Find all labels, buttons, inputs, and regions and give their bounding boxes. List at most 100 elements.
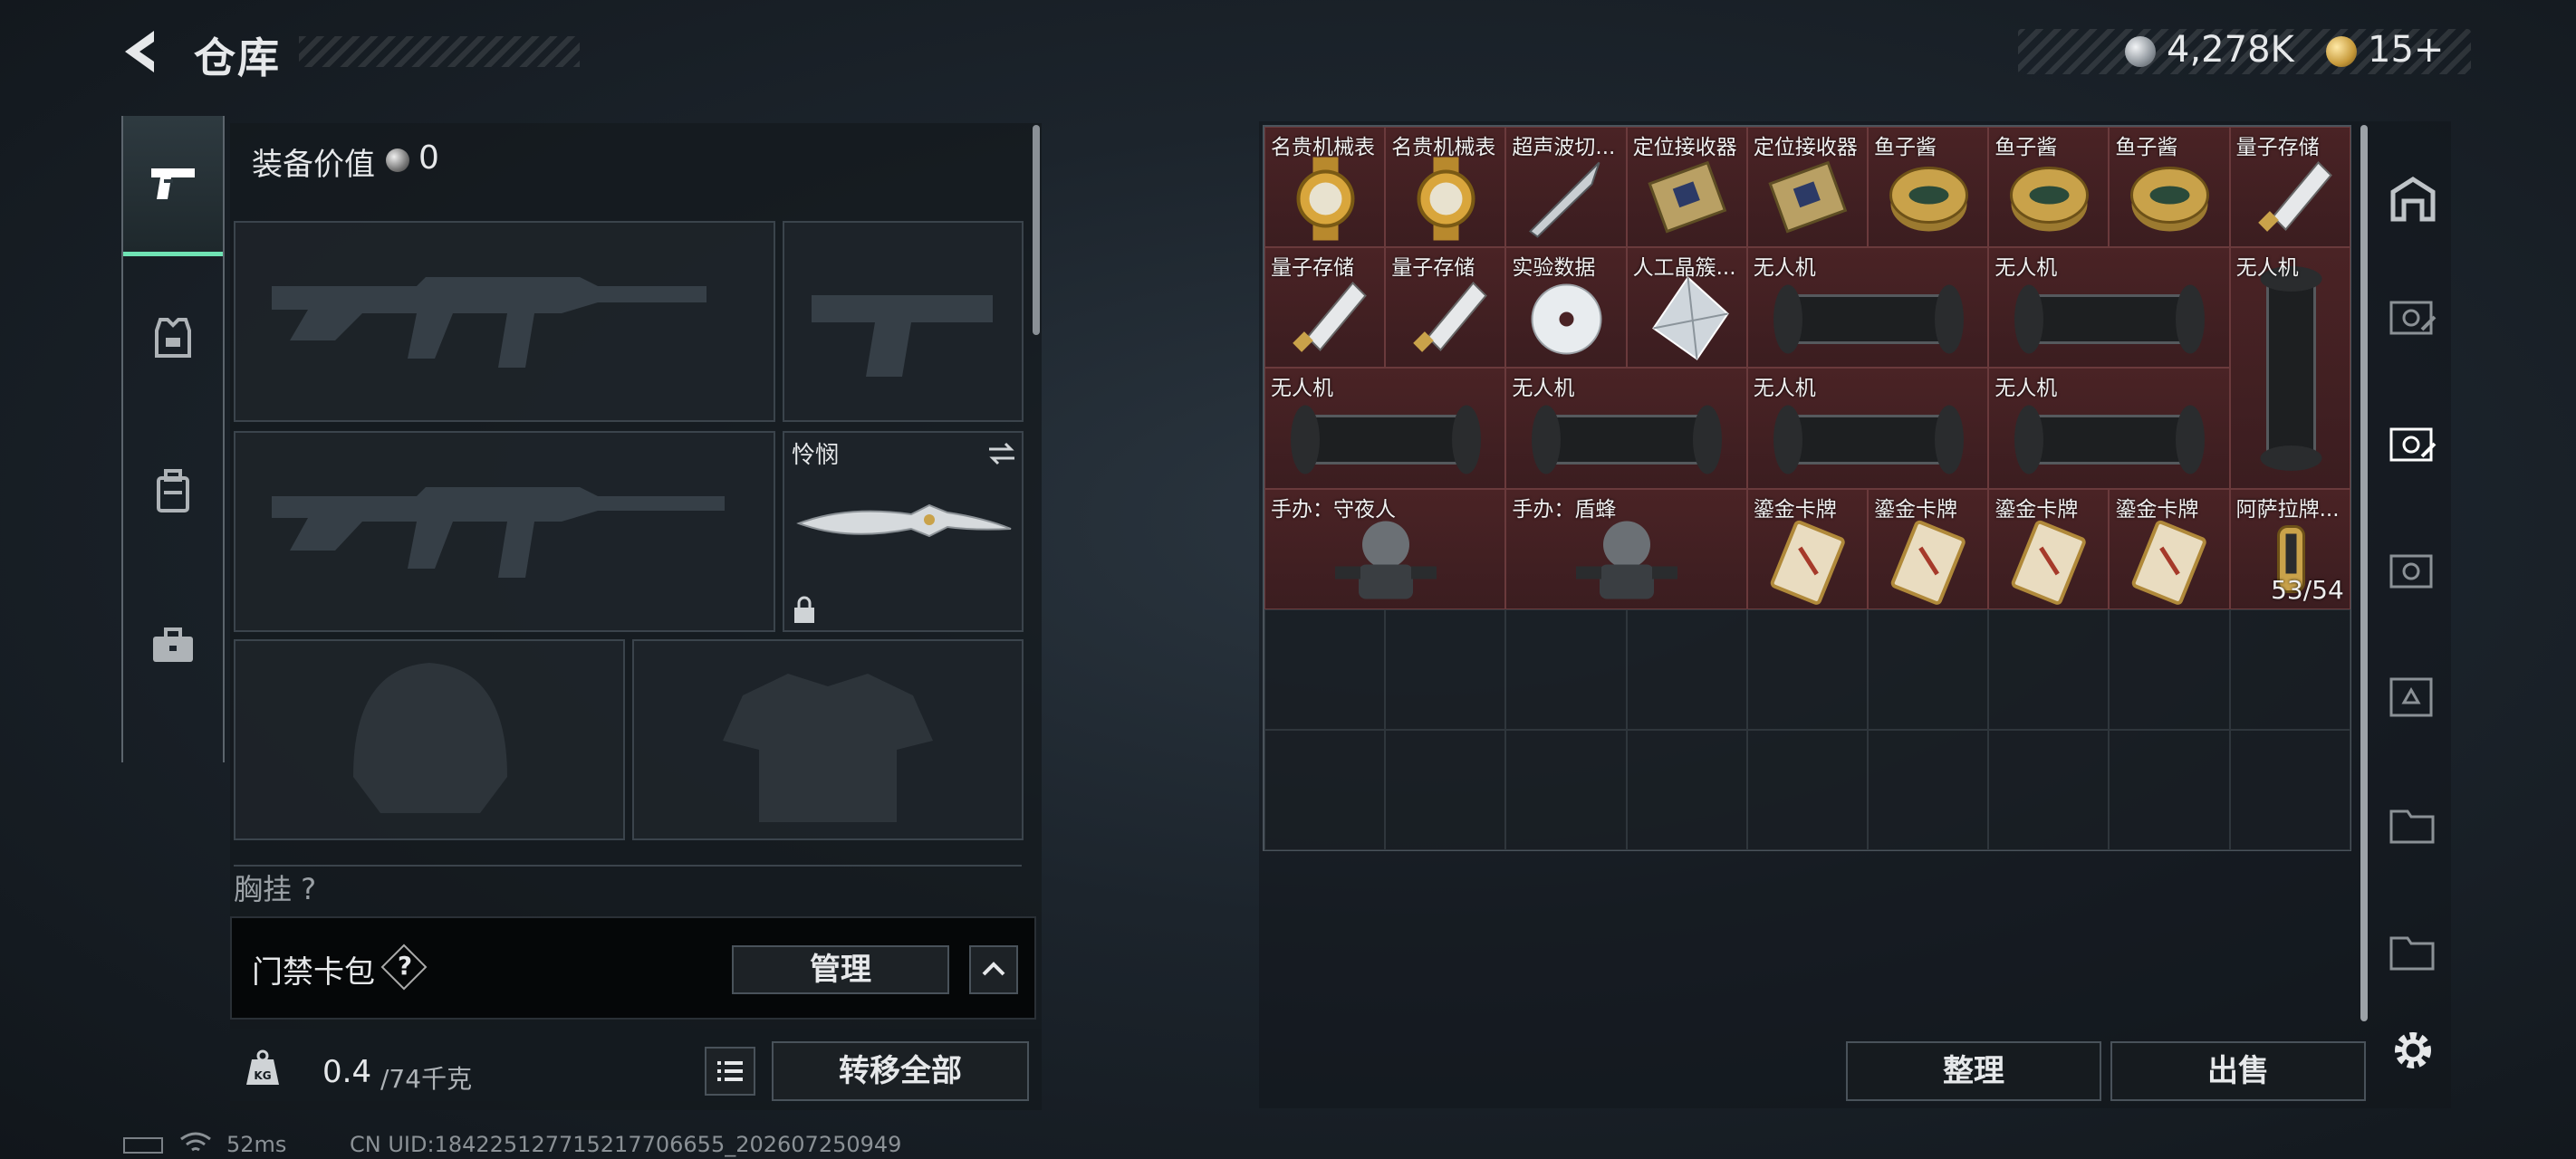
storage-item[interactable]: 鎏金卡牌 [2109,488,2230,609]
storage-item[interactable]: 无人机 [1746,247,1989,369]
sidearm-slot[interactable] [783,221,1024,422]
storage-item[interactable]: 实验数据 [1505,247,1627,369]
grid-cell[interactable] [1746,608,1868,730]
item-name: 手办：守夜人 [1271,497,1396,522]
tab-storage-4[interactable] [2377,661,2449,733]
grid-cell[interactable] [2109,608,2230,730]
storage-item[interactable]: 鱼子酱 [2109,127,2230,248]
transfer-all-button[interactable]: 转移全部 [772,1041,1029,1101]
pistol-silhouette-icon [812,295,993,377]
tab-storage-5[interactable] [2377,788,2449,860]
melee-slot[interactable]: 怜悯 [783,431,1024,632]
tab-storage-3[interactable] [2377,534,2449,607]
item-name: 定位接收器 [1753,136,1858,159]
grid-cell[interactable] [1868,608,1989,730]
storage-box-icon [2389,554,2433,589]
grid-cell[interactable] [1626,608,1747,730]
item-name: 超声波切... [1512,136,1616,159]
storage-item[interactable]: 鎏金卡牌 [1746,488,1868,609]
manage-button[interactable]: 管理 [732,945,949,994]
vest-icon [155,318,191,358]
folder-icon [2389,809,2435,844]
grid-cell[interactable] [1988,608,2110,730]
backpack-icon [157,469,189,512]
tab-storage-all[interactable] [2377,163,2449,235]
grid-cell[interactable] [1385,608,1506,730]
body-armor-slot[interactable] [632,639,1024,840]
tab-backpack[interactable] [123,424,223,560]
equipment-value: 0 [418,139,439,177]
grid-cell[interactable] [1264,608,1386,730]
item-name: 量子存储 [1391,256,1475,281]
grid-cell[interactable] [1385,730,1506,851]
storage-item[interactable]: 手办：盾蜂 [1505,488,1747,609]
gold-amount: 15+ [2368,29,2445,71]
title-decoration [299,36,580,67]
item-name: 名贵机械表 [1271,136,1375,159]
grid-cell[interactable] [1988,730,2110,851]
equipment-scrollbar[interactable] [1033,125,1040,335]
storage-item[interactable]: 超声波切... [1505,127,1627,248]
storage-item[interactable]: 量子存储 [1264,247,1386,369]
storage-item[interactable]: 定位接收器 [1746,127,1868,248]
tab-storage-2[interactable] [2377,407,2449,480]
chevron-up-icon [982,962,1005,976]
grid-cell[interactable] [2229,608,2350,730]
item-name: 鎏金卡牌 [1994,497,2079,522]
storage-item[interactable]: 无人机 [1988,247,2230,369]
storage-item[interactable]: 量子存储 [2229,127,2350,248]
collapse-button[interactable] [969,945,1018,994]
storage-item[interactable]: 无人机 [1264,368,1506,489]
item-name: 手办：盾蜂 [1512,497,1617,522]
storage-item[interactable]: 无人机 [1988,368,2230,489]
storage-scrollbar[interactable] [2360,125,2368,1021]
storage-item[interactable]: 鎏金卡牌 [1868,488,1989,609]
grid-cell[interactable] [2229,730,2350,851]
storage-item[interactable]: 鱼子酱 [1988,127,2110,248]
grid-cell[interactable] [1264,730,1386,851]
storage-item[interactable]: 量子存储 [1385,247,1506,369]
tab-armor[interactable] [123,270,223,406]
tab-weapons[interactable] [123,116,223,256]
storage-item[interactable]: 阿萨拉牌... 53/54 [2229,488,2350,609]
storage-item[interactable]: 无人机 [1746,368,1989,489]
item-name: 鱼子酱 [1994,136,2058,159]
sell-button[interactable]: 出售 [2110,1041,2366,1101]
tab-case[interactable] [123,578,223,714]
settings-button[interactable] [2386,1023,2440,1078]
item-name: 无人机 [1753,256,1816,281]
help-mark: ? [397,951,413,981]
storage-item[interactable]: 定位接收器 [1626,127,1747,248]
storage-item[interactable]: 鎏金卡牌 [1988,488,2110,609]
grid-cell[interactable] [2109,730,2230,851]
page-title: 仓库 [194,34,281,82]
storage-item[interactable]: 手办：守夜人 [1264,488,1506,609]
list-view-button[interactable] [705,1047,755,1096]
grid-cell[interactable] [1746,730,1868,851]
storage-item[interactable]: 无人机 [1505,368,1747,489]
storage-item[interactable]: 名贵机械表 [1264,127,1386,248]
melee-name: 怜悯 [792,442,840,469]
helmet-slot[interactable] [234,639,625,840]
grid-cell[interactable] [1868,730,1989,851]
swap-icon[interactable] [985,440,1018,467]
primary-weapon-slot[interactable] [234,221,775,422]
storage-item[interactable]: 鱼子酱 [1868,127,1989,248]
weight-max: /74千克 [380,1064,473,1094]
grid-cell[interactable] [1505,730,1627,851]
grid-cell[interactable] [1626,730,1747,851]
storage-item[interactable]: 无人机 [2229,247,2350,489]
tab-storage-6[interactable] [2377,915,2449,987]
storage-box-icon [2389,677,2433,717]
item-name: 鱼子酱 [1874,136,1937,159]
back-button[interactable] [118,25,163,78]
storage-item[interactable]: 名贵机械表 [1385,127,1506,248]
item-name: 无人机 [1994,256,2058,281]
storage-item[interactable]: 人工晶簇... [1626,247,1747,369]
secondary-weapon-slot[interactable] [234,431,775,632]
tab-storage-1[interactable] [2377,281,2449,353]
sort-button[interactable]: 整理 [1846,1041,2101,1101]
silver-amount: 4,278K [2167,29,2294,71]
grid-cell[interactable] [1505,608,1627,730]
item-name: 定位接收器 [1632,136,1737,159]
